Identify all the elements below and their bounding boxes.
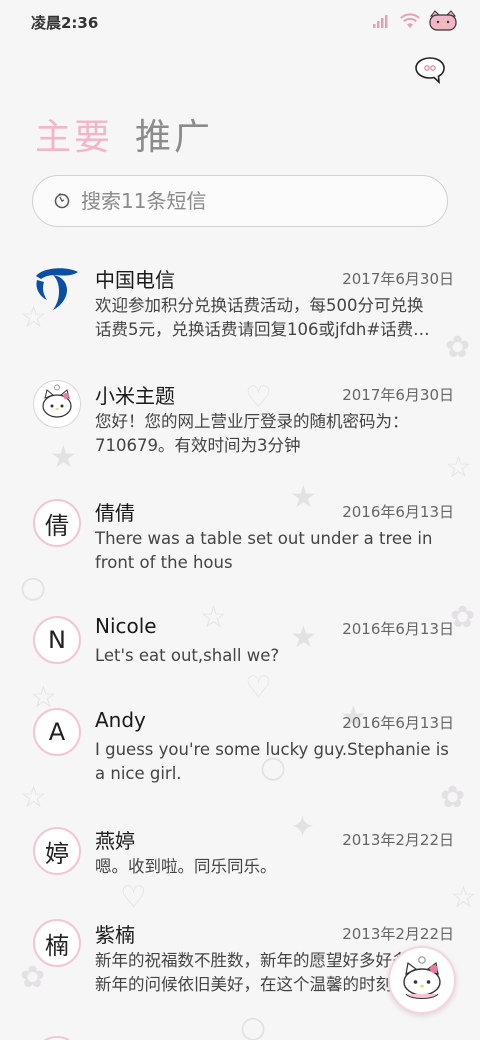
chat-bubble-button[interactable] — [414, 56, 446, 84]
message-date: 2017年6月30日 — [342, 386, 454, 404]
list-item[interactable]: 中国电信 2017年6月30日 欢迎参加积分兑换话费活动，每500分可兑换 话费… — [0, 250, 480, 360]
tab-promotions[interactable]: 推广 — [135, 108, 213, 160]
message-date: 2017年6月30日 — [342, 270, 454, 288]
hello-kitty-icon — [42, 384, 72, 418]
message-preview: I guess you're some lucky guy.Stephanie … — [95, 740, 449, 783]
message-preview: There was a table set out under a tree i… — [95, 529, 433, 572]
chat-bubble-icon — [415, 57, 445, 84]
list-item[interactable]: 子玲 — [0, 1022, 480, 1040]
message-preview: Let's eat out,shall we? — [95, 646, 280, 665]
list-item[interactable]: 倩 倩倩 2016年6月13日 There was a table set ou… — [0, 483, 480, 593]
contact-name: 紫楠 — [95, 923, 135, 947]
message-date: 2013年2月22日 — [342, 831, 454, 849]
contact-name: Nicole — [95, 614, 157, 638]
avatar — [33, 1036, 81, 1040]
avatar: N — [33, 616, 81, 664]
message-date: 2016年6月13日 — [342, 503, 454, 521]
search-bar[interactable] — [32, 175, 448, 227]
message-preview: 欢迎参加积分兑换话费活动，每500分可兑换 话费5元，兑换话费请回复106或jf… — [95, 296, 430, 339]
status-bar: 凌晨2:36 — [0, 0, 480, 42]
contact-name: 中国电信 — [95, 268, 175, 292]
hello-kitty-compose-icon — [403, 956, 441, 999]
contact-name: 倩倩 — [95, 501, 135, 525]
battery-kitty-icon — [429, 10, 457, 31]
list-item[interactable]: 小米主题 2017年6月30日 您好！您的网上营业厅登录的随机密码为： 7106… — [0, 366, 480, 476]
contact-name: 子玲 — [95, 1036, 135, 1040]
message-tabs: 主要 推广 — [35, 108, 213, 160]
telecom-logo-avatar — [33, 264, 81, 312]
contact-name: 小米主题 — [95, 384, 175, 408]
tab-main[interactable]: 主要 — [35, 108, 113, 160]
compose-button[interactable] — [388, 946, 456, 1014]
search-icon — [54, 193, 70, 209]
signal-icon — [373, 15, 388, 28]
message-date: 2016年6月13日 — [342, 620, 454, 638]
status-time: 凌晨2:36 — [31, 14, 99, 32]
contact-name: 燕婷 — [95, 829, 135, 853]
wifi-icon — [400, 13, 420, 28]
contact-name: Andy — [95, 708, 146, 732]
message-preview: 嗯。收到啦。同乐同乐。 — [95, 857, 277, 876]
list-item[interactable]: 婷 燕婷 2013年2月22日 嗯。收到啦。同乐同乐。 — [0, 811, 480, 901]
list-item[interactable]: A Andy 2016年6月13日 I guess you're some lu… — [0, 694, 480, 804]
message-date: 2016年6月13日 — [342, 714, 454, 732]
list-item[interactable]: N Nicole 2016年6月13日 Let's eat out,shall … — [0, 600, 480, 690]
message-preview: 您好！您的网上营业厅登录的随机密码为： 710679。有效时间为3分钟 — [95, 412, 409, 455]
kitty-avatar — [33, 380, 81, 428]
message-date: 2013年2月22日 — [342, 925, 454, 943]
avatar: 倩 — [33, 499, 81, 547]
avatar: 婷 — [33, 827, 81, 875]
avatar: 楠 — [33, 919, 81, 967]
search-input[interactable] — [81, 189, 401, 213]
avatar: A — [33, 708, 81, 756]
china-telecom-logo-icon — [36, 268, 78, 310]
